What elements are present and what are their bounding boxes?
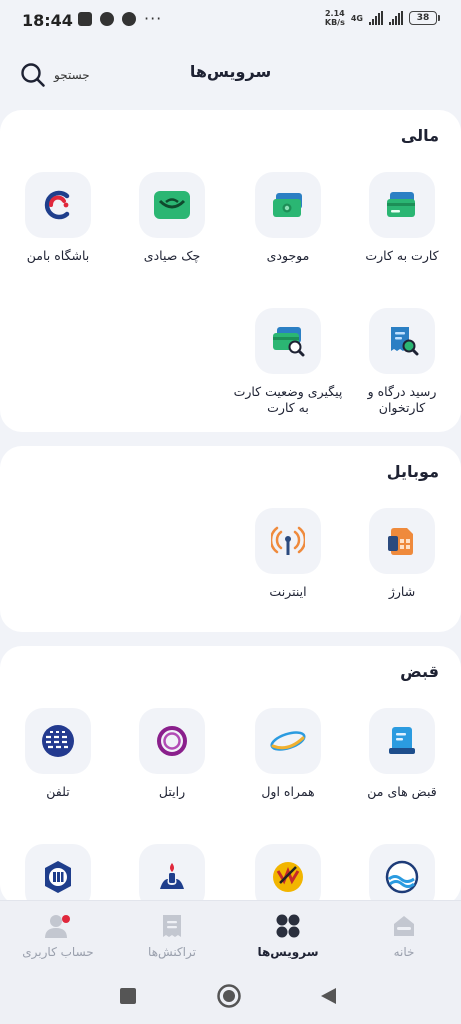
more-notifications-icon: ···: [144, 9, 163, 28]
balance-icon: [273, 193, 302, 217]
recent-apps-button[interactable]: [118, 986, 138, 1010]
tile-icon-box: [369, 508, 435, 574]
status-time: 18:44: [22, 11, 73, 30]
gateway-receipt-tile[interactable]: رسید درگاه و کارتخوان: [346, 308, 458, 416]
home-system-button[interactable]: [216, 983, 242, 1013]
tile-icon-box: [25, 708, 91, 774]
hamrah-aval-tile[interactable]: همراه اول: [232, 708, 344, 800]
water-logo: [385, 860, 419, 894]
square-icon: [120, 988, 136, 1004]
nav-label: حساب کاربری: [22, 945, 94, 959]
municipality-logo: [45, 861, 71, 893]
signal-icon: [369, 11, 383, 25]
hamrah-aval-logo: [270, 731, 306, 751]
charge-tile[interactable]: شارژ: [346, 508, 458, 600]
card-icon: [387, 192, 415, 217]
battery-icon: 38: [409, 11, 440, 25]
tile-label: رسید درگاه و کارتخوان: [367, 384, 437, 415]
tile-label: کارت به کارت: [365, 248, 439, 263]
nav-label: سرویس‌ها: [257, 945, 319, 959]
system-navigation-bar: [0, 972, 461, 1024]
network-speed: 2.14 KB/s: [324, 9, 345, 27]
page-title: سرویس‌ها: [189, 62, 272, 81]
nav-account[interactable]: حساب کاربری: [8, 911, 108, 959]
nav-label: تراکنش‌ها: [148, 945, 196, 959]
facebook-icon: [100, 12, 114, 26]
nav-home[interactable]: خانه: [354, 911, 454, 959]
sim-card-icon: [388, 528, 413, 555]
home-icon: [394, 916, 414, 936]
tile-icon-box: [139, 708, 205, 774]
tile-icon-box: [255, 508, 321, 574]
card-track-icon: [273, 327, 305, 357]
bills-section: قبض قبض های من همراه اول رایتل تلفن: [0, 646, 461, 910]
nav-services[interactable]: سرویس‌ها: [238, 911, 338, 959]
tile-icon-box: [139, 172, 205, 238]
notification-icons: ···: [78, 9, 163, 28]
bamen-club-tile[interactable]: باشگاه بامن: [2, 172, 114, 264]
tile-label: رایتل: [158, 784, 186, 799]
telecom-logo: [42, 725, 74, 757]
tile-icon-box: [255, 308, 321, 374]
circle-icon: [217, 984, 241, 1008]
tile-label: شارژ: [388, 584, 416, 599]
tile-icon-box: [369, 172, 435, 238]
gas-logo: [160, 863, 184, 889]
app-header: جستجو سرویس‌ها: [0, 42, 461, 108]
signal-icon-2: [389, 11, 403, 25]
bottom-navigation: خانه سرویس‌ها تراکنش‌ها: [0, 900, 461, 973]
tile-label: پیگیری وضعیت کارت به کارت: [233, 384, 343, 415]
internet-tile[interactable]: اینترنت: [232, 508, 344, 600]
tile-label: اینترنت: [269, 584, 307, 599]
card-transfer-tracking-tile[interactable]: پیگیری وضعیت کارت به کارت: [232, 308, 344, 416]
nav-label: خانه: [393, 945, 415, 959]
telephone-tile[interactable]: تلفن: [2, 708, 114, 800]
tile-icon-box: [255, 708, 321, 774]
sayad-cheque-tile[interactable]: چک صیادی: [116, 172, 228, 264]
club-icon: [44, 190, 70, 220]
mobile-section: موبایل شارژ اینترنت: [0, 446, 461, 632]
status-bar: 18:44 ··· 2.14 KB/s 4G 38: [0, 0, 461, 42]
tile-icon-box: [255, 172, 321, 238]
finance-section: مالی کارت به کارت موجودی چک صیادی باشگاه…: [0, 110, 461, 432]
messenger-icon: [122, 12, 136, 26]
rightel-tile[interactable]: رایتل: [116, 708, 228, 800]
tile-label: موجودی: [266, 248, 310, 263]
network-type: 4G: [350, 13, 363, 23]
tile-label: باشگاه بامن: [26, 248, 90, 263]
electricity-logo: [273, 862, 303, 892]
card-to-card-tile[interactable]: کارت به کارت: [346, 172, 458, 264]
rightel-logo: [157, 726, 187, 756]
tile-icon-box: [369, 308, 435, 374]
user-icon: [45, 915, 70, 938]
transactions-icon: [163, 915, 181, 937]
tile-icon-box: [25, 172, 91, 238]
tile-label: تلفن: [46, 784, 70, 799]
status-right: 2.14 KB/s 4G 38: [324, 9, 440, 27]
tile-label: قبض های من: [367, 784, 437, 799]
services-grid-icon: [276, 914, 300, 938]
receipt-search-icon: [391, 327, 419, 356]
back-triangle-icon: [321, 988, 336, 1004]
section-title: قبض: [400, 662, 439, 681]
tile-label: همراه اول: [261, 784, 315, 799]
cheque-icon: [154, 191, 190, 219]
app-notification-icon: [78, 12, 92, 26]
back-button[interactable]: [318, 986, 338, 1010]
tile-label: چک صیادی: [143, 248, 201, 263]
section-title: مالی: [400, 126, 439, 145]
balance-tile[interactable]: موجودی: [232, 172, 344, 264]
antenna-icon: [271, 526, 305, 555]
section-title: موبایل: [386, 462, 439, 481]
my-bills-tile[interactable]: قبض های من: [346, 708, 458, 800]
nav-transactions[interactable]: تراکنش‌ها: [122, 911, 222, 959]
bill-icon: [389, 727, 415, 754]
tile-icon-box: [369, 708, 435, 774]
